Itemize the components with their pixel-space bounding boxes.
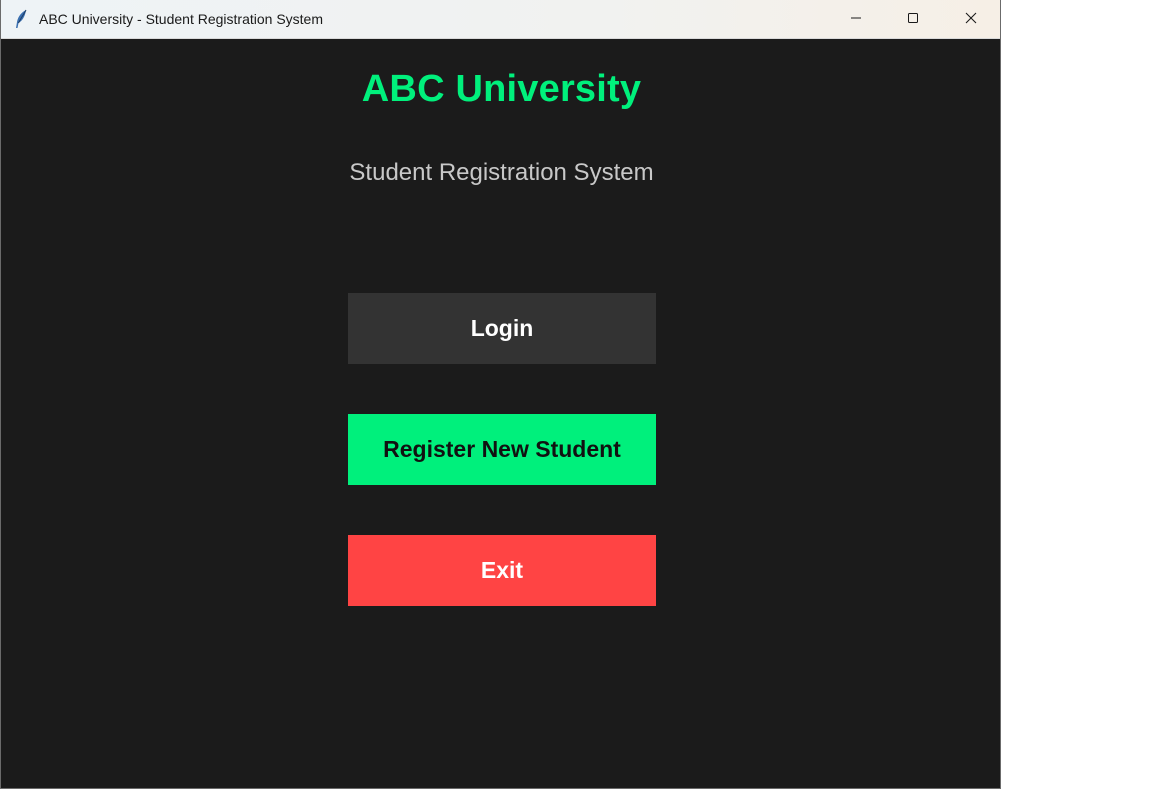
close-icon (965, 11, 977, 29)
title-bar[interactable]: ABC University - Student Registration Sy… (1, 0, 1000, 39)
app-window: ABC University - Student Registration Sy… (0, 0, 1001, 789)
page-subtitle: Student Registration System (349, 159, 654, 186)
close-button[interactable] (942, 0, 1000, 39)
minimize-icon (850, 11, 862, 29)
login-button[interactable]: Login (348, 293, 656, 364)
minimize-button[interactable] (827, 0, 885, 39)
register-new-student-button[interactable]: Register New Student (348, 414, 656, 485)
feather-icon (13, 9, 29, 29)
main-content: ABC University Student Registration Syst… (1, 39, 1000, 788)
window-title: ABC University - Student Registration Sy… (39, 11, 323, 27)
exit-button[interactable]: Exit (348, 535, 656, 606)
page-title: ABC University (361, 68, 642, 110)
maximize-button[interactable] (884, 0, 942, 39)
maximize-icon (907, 11, 919, 29)
